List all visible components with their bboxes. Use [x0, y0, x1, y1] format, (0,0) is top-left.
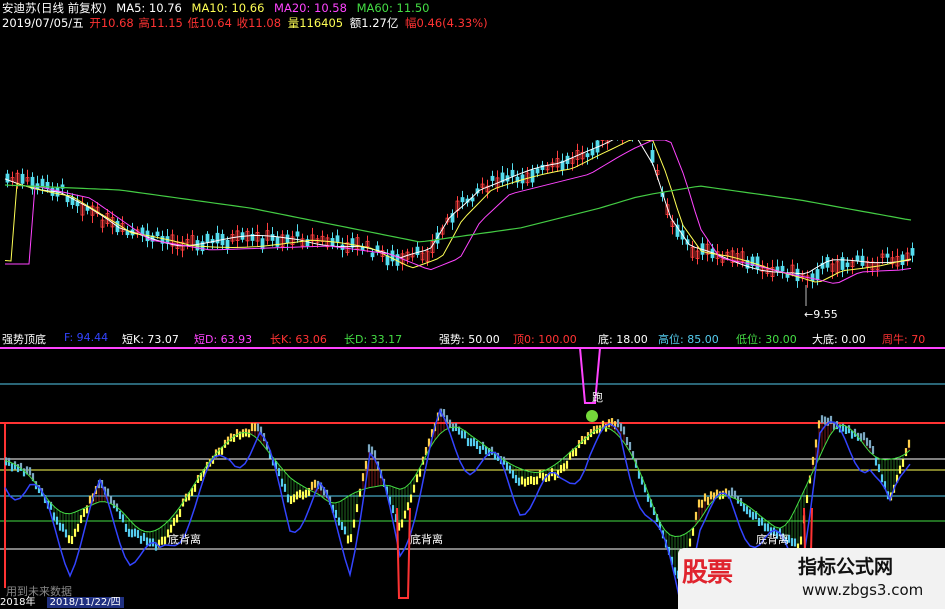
candlestick: [845, 257, 850, 274]
watermark-title: 指标公式网: [798, 556, 894, 578]
candlestick: [360, 243, 365, 255]
candlestick: [80, 196, 85, 222]
candlestick: [130, 222, 135, 239]
candlestick: [455, 196, 460, 218]
candlestick: [90, 201, 95, 224]
candlestick: [855, 250, 860, 264]
candlestick: [385, 249, 390, 271]
candlestick: [10, 171, 15, 187]
divergence-label-3: 底背离: [756, 532, 789, 546]
watermark-url: www.zbgs3.com: [802, 581, 924, 599]
candlestick: [770, 259, 775, 282]
bottom-status-bar: 2018年 2018/11/22/四: [0, 597, 560, 609]
candlestick: [735, 248, 740, 267]
divergence-label-1: 底背离: [168, 532, 201, 546]
candlestick: [860, 248, 865, 269]
candlestick: [510, 163, 515, 185]
candlestick: [245, 228, 250, 247]
candlestick: [315, 235, 320, 248]
candlestick: [180, 235, 185, 258]
candlestick: [415, 241, 420, 258]
candlestick: [760, 260, 765, 280]
candlestick: [690, 240, 695, 261]
candlestick: [120, 216, 125, 236]
candlestick: [310, 227, 315, 248]
candlestick: [400, 249, 405, 271]
candlestick: [840, 252, 845, 278]
candlestick: [540, 160, 545, 176]
candlestick: [125, 225, 130, 238]
candlestick: [345, 235, 350, 256]
candlestick: [170, 229, 175, 254]
candlestick: [355, 233, 360, 256]
candlestick: [530, 164, 535, 188]
candlestick: [325, 234, 330, 250]
divergence-label-2: 底背离: [410, 532, 443, 546]
candlestick: [905, 247, 910, 266]
candlestick: [35, 175, 40, 195]
candlestick: [260, 235, 265, 253]
candlestick: [240, 227, 245, 243]
site-watermark: 股票 指标公式网 www.zbgs3.com: [678, 548, 945, 609]
candlestick: [45, 174, 50, 193]
candlestick: [865, 256, 870, 273]
candlestick: [450, 209, 455, 230]
candlestick: [515, 170, 520, 188]
candlestick: [495, 170, 500, 192]
candlestick: [185, 233, 190, 250]
candlestick: [785, 268, 790, 282]
future-data-note: 用到未来数据: [6, 585, 72, 598]
candlestick: [670, 214, 675, 235]
watermark-red-text: 股票: [682, 558, 733, 588]
candlestick: [75, 194, 80, 214]
candlestick: [395, 249, 400, 271]
candlestick: [265, 222, 270, 245]
candlestick: [500, 165, 505, 187]
candlestick: [420, 246, 425, 264]
candlestick: [365, 235, 370, 253]
candlestick: [375, 241, 380, 256]
candlestick: [25, 169, 30, 185]
candlestick: [825, 254, 830, 272]
candlestick: [895, 248, 900, 270]
candlestick: [775, 259, 780, 277]
candlestick: [765, 262, 770, 277]
candlestick: [565, 152, 570, 170]
candlestick: [525, 167, 530, 186]
candlestick: [250, 227, 255, 246]
candlestick-series: [5, 119, 915, 289]
candlestick: [885, 247, 890, 264]
candlestick: [580, 145, 585, 166]
candlestick: [480, 177, 485, 194]
candlestick: [550, 158, 555, 173]
candlestick: [745, 256, 750, 274]
candlestick: [700, 237, 705, 260]
candlestick: [30, 172, 35, 195]
candlestick: [590, 142, 595, 160]
candlestick: [555, 150, 560, 173]
candlestick: [85, 202, 90, 215]
candlestick: [70, 193, 75, 209]
candlestick: [320, 230, 325, 246]
candlestick: [200, 235, 205, 255]
candlestick: [755, 253, 760, 274]
candlestick: [520, 167, 525, 190]
candlestick: [475, 183, 480, 197]
price-chart[interactable]: ←9.55: [0, 0, 945, 330]
candlestick: [780, 260, 785, 279]
candlestick: [545, 162, 550, 174]
candlestick: [560, 153, 565, 176]
candlestick: [880, 249, 885, 265]
candlestick: [160, 230, 165, 251]
candlestick: [40, 175, 45, 195]
candlestick: [215, 225, 220, 249]
candlestick: [890, 251, 895, 269]
low-annotation: ←9.55: [804, 308, 838, 321]
candlestick: [810, 270, 815, 289]
candlestick: [910, 242, 915, 263]
run-label: 跑: [592, 390, 603, 404]
